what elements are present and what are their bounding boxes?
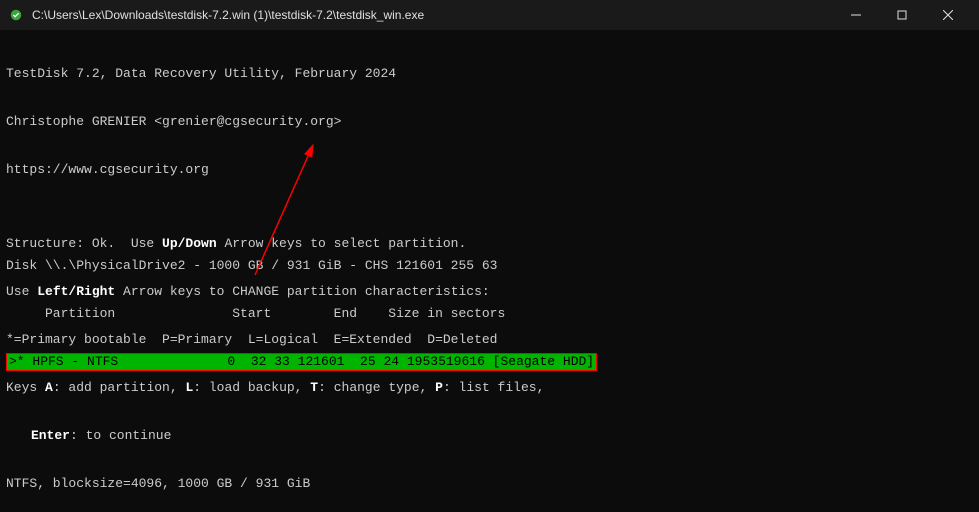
help-line-3: *=Primary bootable P=Primary L=Logical E… — [6, 332, 544, 348]
help-line-4: Keys A: add partition, L: load backup, T… — [6, 380, 544, 396]
help-line-5: Enter: to continue — [6, 428, 544, 444]
help-line-1: Structure: Ok. Use Up/Down Arrow keys to… — [6, 236, 544, 252]
window-title: C:\Users\Lex\Downloads\testdisk-7.2.win … — [32, 8, 833, 22]
partition-detail-line: NTFS, blocksize=4096, 1000 GB / 931 GiB — [6, 476, 544, 492]
window-titlebar: C:\Users\Lex\Downloads\testdisk-7.2.win … — [0, 0, 979, 30]
key-p: P — [435, 380, 443, 395]
app-icon — [8, 7, 24, 23]
key-a: A — [45, 380, 53, 395]
help-line-2: Use Left/Right Arrow keys to CHANGE part… — [6, 284, 544, 300]
leftright-key-label: Left/Right — [37, 284, 115, 299]
minimize-button[interactable] — [833, 0, 879, 30]
updown-key-label: Up/Down — [162, 236, 217, 251]
key-enter: Enter — [31, 428, 70, 443]
url-line: https://www.cgsecurity.org — [6, 162, 973, 178]
maximize-button[interactable] — [879, 0, 925, 30]
window-controls — [833, 0, 971, 30]
author-line: Christophe GRENIER <grenier@cgsecurity.o… — [6, 114, 973, 130]
close-button[interactable] — [925, 0, 971, 30]
key-t: T — [310, 380, 318, 395]
app-header-line: TestDisk 7.2, Data Recovery Utility, Feb… — [6, 66, 973, 82]
footer-help: Structure: Ok. Use Up/Down Arrow keys to… — [6, 204, 544, 508]
